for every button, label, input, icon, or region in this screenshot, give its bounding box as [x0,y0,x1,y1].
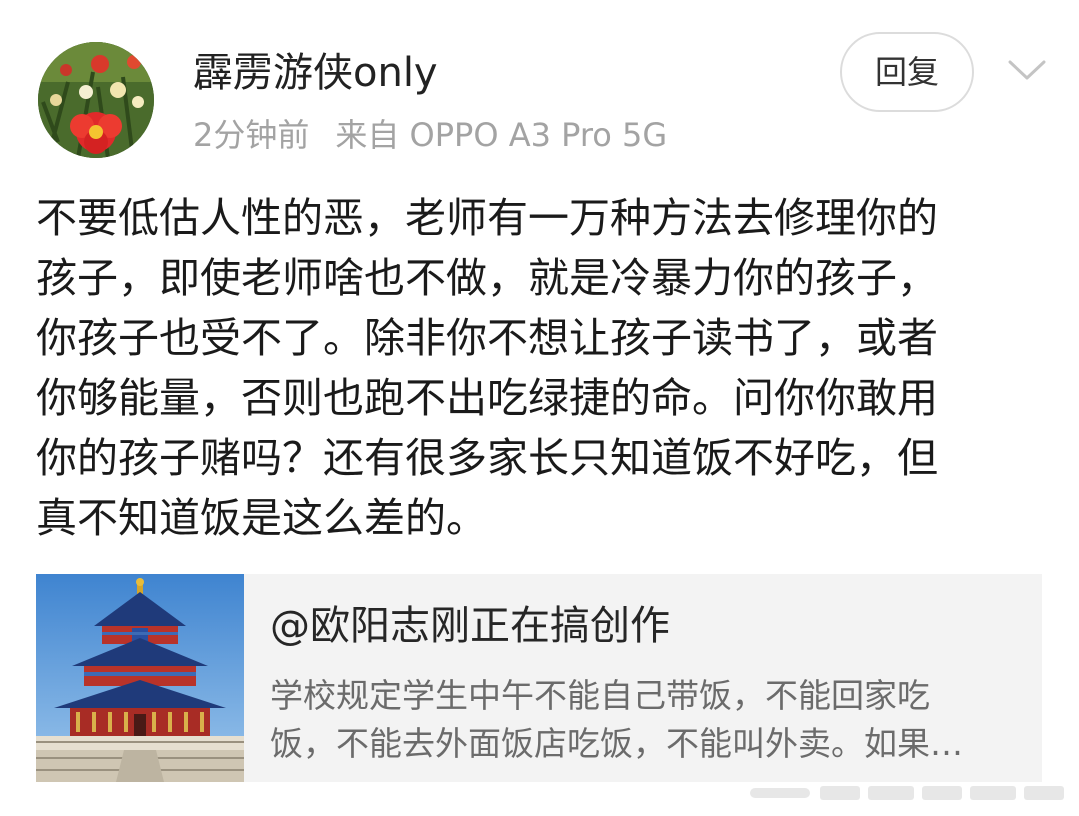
comment-line: 你孩子也受不了。除非你不想让孩子读书了，或者 [36,314,938,362]
author-name[interactable]: 霹雳游侠only [193,46,438,100]
comment-meta: 2分钟前 来自 OPPO A3 Pro 5G [193,112,667,158]
comment-line: 孩子，即使老师啥也不做，就是冷暴力你的孩子， [36,254,938,302]
device-source: 来自 OPPO A3 Pro 5G [335,116,668,154]
timestamp: 2分钟前 [193,116,310,154]
quoted-post-author[interactable]: @欧阳志刚正在搞创作 [270,600,670,652]
excerpt-line: 学校规定学生中午不能自己带饭，不能回家吃 [270,676,930,715]
flower-avatar-icon [38,42,154,158]
chevron-down-icon[interactable] [1004,50,1050,90]
excerpt-line: 饭，不能去外面饭店吃饭，不能叫外卖。如果… [270,724,963,763]
comment-line: 真不知道饭是这么差的。 [36,494,487,542]
temple-of-heaven-image-icon [36,574,244,782]
comment-body: 不要低估人性的恶，老师有一万种方法去修理你的 孩子，即使老师啥也不做，就是冷暴力… [36,188,1036,548]
comment-line: 不要低估人性的恶，老师有一万种方法去修理你的 [36,194,938,242]
comment-line: 你的孩子赌吗？还有很多家长只知道饭不好吃，但 [36,434,938,482]
comment-line: 你够能量，否则也跑不出吃绿捷的命。问你你敢用 [36,374,938,422]
quoted-post-excerpt: 学校规定学生中午不能自己带饭，不能回家吃 饭，不能去外面饭店吃饭，不能叫外卖。如… [270,672,1010,768]
quoted-post-card[interactable]: @欧阳志刚正在搞创作 学校规定学生中午不能自己带饭，不能回家吃 饭，不能去外面饭… [36,574,1042,782]
watermark [750,780,1079,804]
avatar[interactable] [38,42,154,158]
reply-button[interactable]: 回复 [840,32,974,112]
quoted-post-thumbnail[interactable] [36,574,244,782]
